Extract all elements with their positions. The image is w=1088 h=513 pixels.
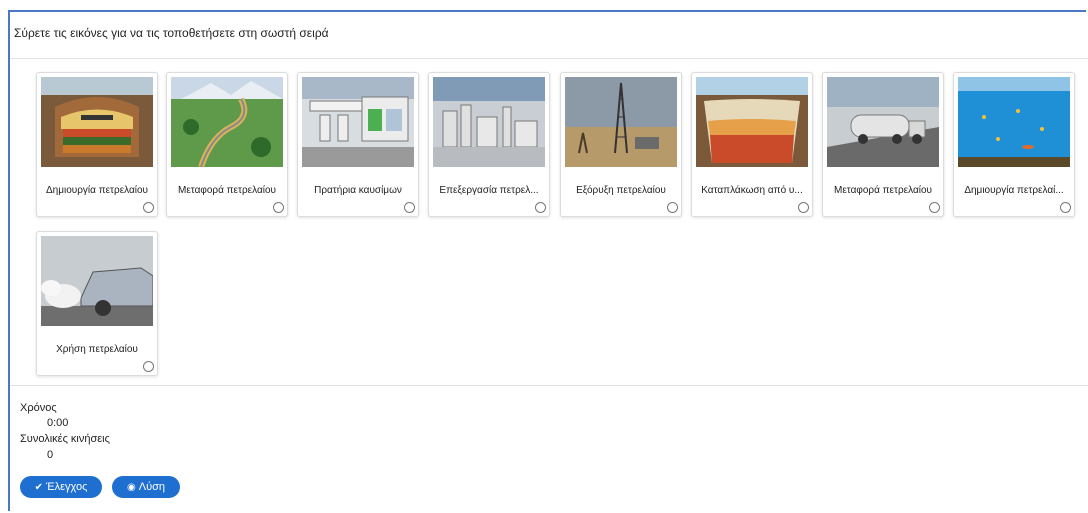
- moves-label: Συνολικές κινήσεις: [20, 433, 110, 445]
- select-radio[interactable]: [273, 202, 284, 213]
- image-card[interactable]: Μεταφορά πετρελαίου: [822, 72, 944, 217]
- bottom-divider: [10, 385, 1088, 386]
- select-radio[interactable]: [143, 361, 154, 372]
- ocean-plankton-image: [958, 77, 1070, 167]
- image-card[interactable]: Επεξεργασία πετρελ...: [428, 72, 550, 217]
- select-radio[interactable]: [798, 202, 809, 213]
- card-label: Δημιουργία πετρελαί...: [964, 185, 1064, 196]
- image-card[interactable]: Καταπλάκωση από υ...: [691, 72, 813, 217]
- select-radio[interactable]: [1060, 202, 1071, 213]
- card-label: Μεταφορά πετρελαίου: [833, 185, 932, 196]
- image-card[interactable]: Χρήση πετρελαίου: [36, 231, 158, 376]
- select-radio[interactable]: [667, 202, 678, 213]
- image-card[interactable]: Δημιουργία πετρελαίου: [36, 72, 158, 217]
- tanker-truck-image: [827, 77, 939, 167]
- car-exhaust-image: [41, 236, 153, 326]
- time-label: Χρόνος: [20, 402, 57, 414]
- card-label: Πρατήρια καυσίμων: [314, 185, 402, 196]
- card-label: Χρήση πετρελαίου: [56, 344, 138, 355]
- card-label: Εξόρυξη πετρελαίου: [576, 185, 666, 196]
- select-radio[interactable]: [929, 202, 940, 213]
- time-value: 0:00: [47, 417, 69, 429]
- instruction-text: Σύρετε τις εικόνες για να τις τοποθετήσε…: [14, 26, 329, 40]
- image-card[interactable]: Δημιουργία πετρελαί...: [953, 72, 1075, 217]
- solution-button[interactable]: ◉ Λύση: [112, 476, 180, 498]
- moves-value: 0: [47, 449, 54, 461]
- card-label: Δημιουργία πετρελαίου: [45, 185, 149, 196]
- oil-derrick-image: [565, 77, 677, 167]
- select-radio[interactable]: [143, 202, 154, 213]
- image-card[interactable]: Εξόρυξη πετρελαίου: [560, 72, 682, 217]
- top-divider: [10, 58, 1088, 59]
- card-label: Καταπλάκωση από υ...: [701, 185, 803, 196]
- select-radio[interactable]: [535, 202, 546, 213]
- check-button[interactable]: ✔ Έλεγχος: [20, 476, 102, 498]
- select-radio[interactable]: [404, 202, 415, 213]
- check-button-label: Έλεγχος: [45, 481, 88, 493]
- card-label: Επεξεργασία πετρελ...: [439, 185, 539, 196]
- gas-station-image: [302, 77, 414, 167]
- checkmark-icon: ✔: [34, 481, 43, 493]
- solution-button-label: Λύση: [138, 481, 165, 493]
- card-label: Μεταφορά πετρελαίου: [177, 185, 276, 196]
- image-card[interactable]: Μεταφορά πετρελαίου: [166, 72, 288, 217]
- image-card[interactable]: Πρατήρια καυσίμων: [297, 72, 419, 217]
- oil-formation-image: [41, 77, 153, 167]
- pipeline-image: [171, 77, 283, 167]
- sediment-burial-image: [696, 77, 808, 167]
- refinery-image: [433, 77, 545, 167]
- eye-icon: ◉: [126, 481, 136, 493]
